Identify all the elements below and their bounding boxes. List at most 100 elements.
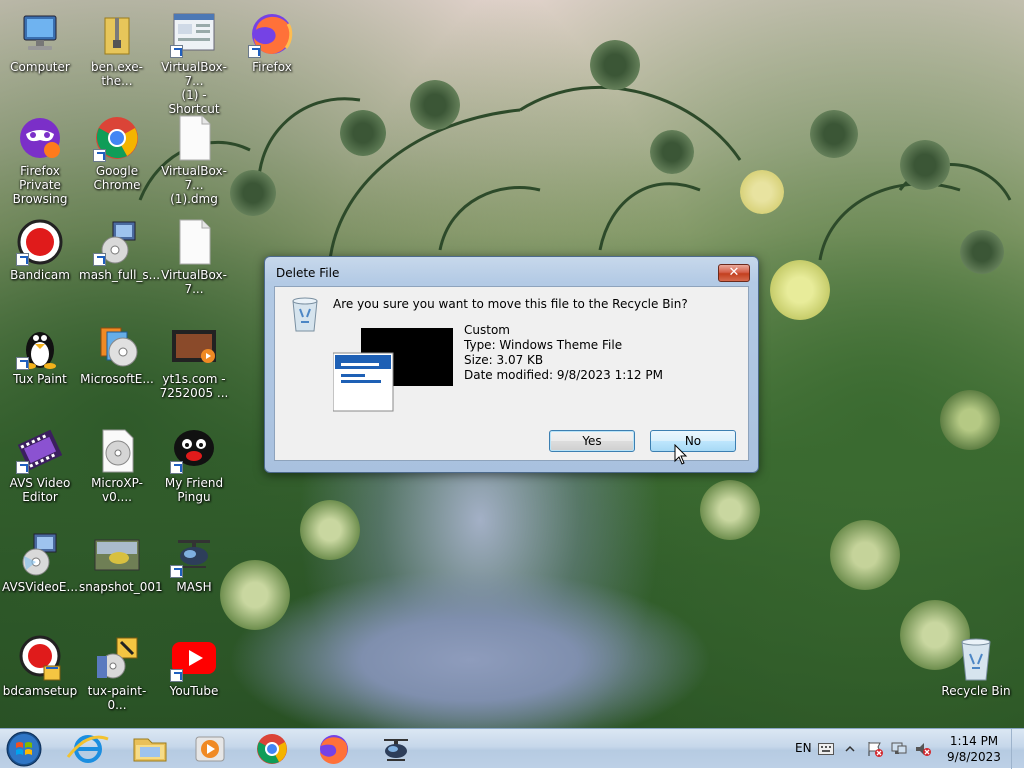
taskbar-media-player[interactable] <box>182 731 238 767</box>
taskbar-mash[interactable] <box>368 731 424 767</box>
desktop-icon-label: ben.exe-the... <box>90 60 144 88</box>
desktop-icon-google-chrome[interactable]: Google Chrome <box>79 108 155 204</box>
blank-file-icon <box>170 218 218 266</box>
dialog-close-button[interactable]: ✕ <box>718 264 750 282</box>
file-date-modified: Date modified: 9/8/2023 1:12 PM <box>464 368 663 382</box>
taskbar-firefox[interactable] <box>306 731 362 767</box>
clock-date: 9/8/2023 <box>947 750 1001 764</box>
computer-icon <box>16 10 64 58</box>
desktop-icon-computer[interactable]: Computer <box>2 4 78 100</box>
clock[interactable]: 1:14 PM 9/8/2023 <box>936 733 1012 765</box>
no-button[interactable]: No <box>650 430 736 452</box>
desktop-icon-mash[interactable]: MASH <box>156 524 232 620</box>
theme-file-icon <box>332 327 453 417</box>
film-strip-icon <box>16 426 64 474</box>
desktop-icon-avs-video-editor[interactable]: AVS Video Editor <box>2 420 78 516</box>
desktop-icon-recycle-bin[interactable]: Recycle Bin <box>938 628 1014 724</box>
file-name: Custom <box>464 323 510 337</box>
keyboard-icon[interactable] <box>818 743 834 755</box>
close-icon: ✕ <box>728 265 740 280</box>
video-file-icon <box>170 322 218 370</box>
volume-muted-icon[interactable] <box>914 741 932 757</box>
delete-file-dialog: Delete File ✕ Are you sure you want to m… <box>264 256 759 473</box>
desktop-icon-firefox-private[interactable]: Firefox Private Browsing <box>2 108 78 206</box>
desktop-icon-label: VirtualBox-7... <box>161 268 227 296</box>
desktop-icon-avsvideoe[interactable]: AVSVideoE... <box>2 524 78 620</box>
desktop: Computer Firefox Private Browsing Bandic… <box>0 0 1024 728</box>
dialog-title: Delete File <box>276 266 340 280</box>
pingu-icon <box>170 426 218 474</box>
youtube-icon <box>170 634 218 682</box>
desktop-icon-microsofte[interactable]: MicrosoftE... <box>79 316 155 412</box>
tux-paint-setup-icon <box>93 634 141 682</box>
dialog-client-area: Are you sure you want to move this file … <box>274 286 749 461</box>
mouse-cursor-icon <box>674 444 688 465</box>
installer-icon <box>16 530 64 578</box>
helicopter-icon <box>170 530 218 578</box>
taskbar-windows-explorer[interactable] <box>122 731 178 767</box>
show-hidden-icons-chevron-icon[interactable] <box>845 744 855 754</box>
shortcut-arrow-icon <box>170 45 183 58</box>
zip-folder-icon <box>93 10 141 58</box>
yes-button[interactable]: Yes <box>549 430 635 452</box>
start-button[interactable] <box>4 730 44 768</box>
disc-installer-icon <box>93 322 141 370</box>
shortcut-arrow-icon <box>16 253 29 266</box>
clock-time: 1:14 PM <box>949 734 999 748</box>
recycle-bin-icon <box>289 295 321 333</box>
desktop-icon-bandicam[interactable]: Bandicam <box>2 212 78 308</box>
folder-icon <box>133 738 167 762</box>
desktop-icon-firefox[interactable]: Firefox <box>234 4 310 100</box>
file-type: Type: Windows Theme File <box>464 338 623 352</box>
disc-image-icon <box>93 426 141 474</box>
network-icon[interactable] <box>890 741 908 757</box>
desktop-icon-tux-paint[interactable]: Tux Paint <box>2 316 78 412</box>
desktop-icon-label: Firefox Private Browsing <box>12 164 68 206</box>
shortcut-arrow-icon <box>93 149 106 162</box>
desktop-icon-label: tux-paint-0... <box>87 684 147 712</box>
desktop-icon-label: Google Chrome <box>93 164 141 192</box>
desktop-icon-my-friend-pingu[interactable]: My Friend Pingu <box>156 420 232 516</box>
desktop-icon-label: Firefox <box>252 60 292 74</box>
shortcut-arrow-icon <box>170 669 183 682</box>
firefox-icon <box>320 735 348 764</box>
desktop-icon-label: Bandicam <box>10 268 70 282</box>
desktop-icon-bdcamsetup[interactable]: bdcamsetup <box>2 628 78 724</box>
language-indicator[interactable]: EN <box>795 741 812 755</box>
desktop-icon-label: Recycle Bin <box>941 684 1011 698</box>
desktop-icon-virtualbox[interactable]: VirtualBox-7... <box>156 212 232 308</box>
taskbar-internet-explorer[interactable] <box>60 731 116 767</box>
helicopter-icon <box>384 739 408 761</box>
media-player-icon <box>195 736 225 762</box>
desktop-icon-ben[interactable]: ben.exe-the... <box>79 4 155 100</box>
action-center-flag-icon[interactable] <box>866 741 884 757</box>
desktop-icon-yt1s[interactable]: yt1s.com - 7252005 ... <box>156 316 232 412</box>
desktop-icon-youtube[interactable]: YouTube <box>156 628 232 724</box>
file-details: Custom Type: Windows Theme File Size: 3.… <box>464 323 663 383</box>
internet-explorer-icon <box>66 735 109 763</box>
desktop-icon-label: Computer <box>10 60 70 74</box>
desktop-icon-label: bdcamsetup <box>2 684 78 698</box>
desktop-icon-label: YouTube <box>169 684 219 698</box>
chrome-icon <box>257 734 287 764</box>
shortcut-arrow-icon <box>16 461 29 474</box>
desktop-icon-virtualbox-shortcut[interactable]: VirtualBox-7... (1) - Shortcut <box>156 4 232 116</box>
desktop-icon-label: AVS Video Editor <box>9 476 71 504</box>
desktop-icon-label: snapshot_001 <box>79 580 163 594</box>
file-size: Size: 3.07 KB <box>464 353 544 367</box>
chrome-icon <box>93 114 141 162</box>
firefox-private-icon <box>16 114 64 162</box>
desktop-icon-microxp[interactable]: MicroXP-v0.... <box>79 420 155 516</box>
taskbar-google-chrome[interactable] <box>244 731 300 767</box>
show-desktop-button[interactable] <box>1011 729 1024 769</box>
desktop-icon-snapshot[interactable]: snapshot_001 <box>79 524 163 620</box>
confirm-question: Are you sure you want to move this file … <box>333 297 688 311</box>
desktop-icon-virtualbox-dmg[interactable]: VirtualBox-7... (1).dmg <box>156 108 232 206</box>
desktop-icon-label: VirtualBox-7... (1).dmg <box>161 164 227 206</box>
shortcut-arrow-icon <box>170 461 183 474</box>
desktop-icon-mash-full[interactable]: mash_full_s... <box>79 212 160 308</box>
desktop-icon-label: My Friend Pingu <box>164 476 224 504</box>
shortcut-arrow-icon <box>170 565 183 578</box>
desktop-icon-tux-paint-setup[interactable]: tux-paint-0... <box>79 628 155 724</box>
shortcut-arrow-icon <box>16 357 29 370</box>
